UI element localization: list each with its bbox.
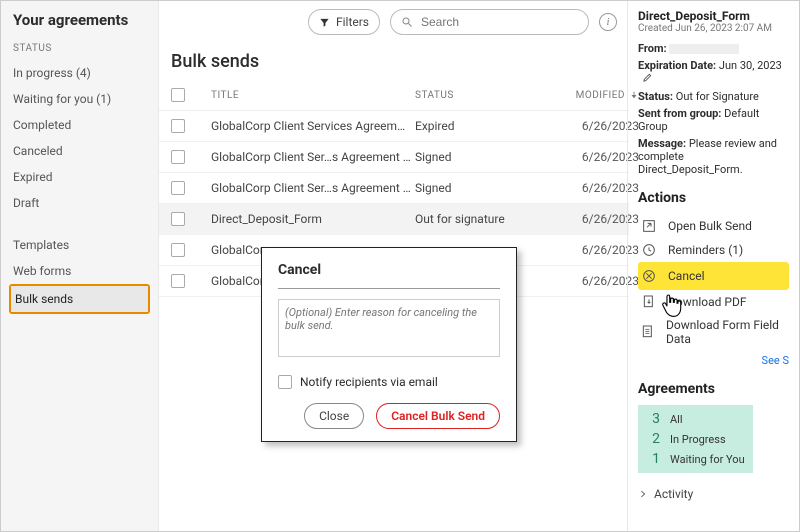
row-checkbox[interactable] (171, 150, 185, 164)
details-panel: Direct_Deposit_Form Created Jun 26, 2023… (627, 1, 799, 531)
search-input[interactable] (419, 14, 578, 30)
agreement-inprogress[interactable]: 2In Progress (646, 429, 745, 449)
table-row[interactable]: GlobalCorp Client Ser…s Agreement with f… (159, 142, 629, 173)
row-checkbox[interactable] (171, 212, 185, 226)
chevron-right-icon (638, 489, 648, 499)
agreements-summary: 3All 2In Progress 1Waiting for You (638, 405, 753, 473)
row-checkbox[interactable] (171, 119, 185, 133)
filters-button[interactable]: Filters (308, 9, 380, 35)
dialog-divider (278, 288, 500, 289)
table-row[interactable]: GlobalCorp Client Ser…s Agreement with f… (159, 173, 629, 204)
open-icon (640, 218, 658, 234)
clock-icon (640, 242, 658, 258)
table-header: TITLE STATUS MODIFIED (159, 80, 629, 111)
sidebar-item-bulksends-highlight: Bulk sends (9, 284, 150, 314)
filter-icon (319, 17, 330, 28)
agreement-all[interactable]: 3All (646, 409, 745, 429)
details-created: Created Jun 26, 2023 2:07 AM (638, 23, 789, 34)
activity-toggle[interactable]: Activity (638, 487, 789, 501)
col-status[interactable]: STATUS (415, 90, 535, 101)
dialog-title: Cancel (278, 262, 500, 278)
expiration-label: Expiration Date: (638, 59, 716, 72)
sidebar: Your agreements STATUS In progress (4) W… (1, 1, 159, 531)
filters-label: Filters (336, 15, 369, 29)
main-heading: Bulk sends (171, 51, 617, 72)
action-reminders[interactable]: Reminders (1) (638, 238, 789, 262)
see-all-link[interactable]: See S (638, 354, 789, 367)
table-row[interactable]: Direct_Deposit_Form Out for signature 6/… (159, 204, 629, 235)
from-value-redacted (669, 44, 739, 54)
page-title: Your agreements (1, 9, 158, 43)
action-cancel[interactable]: Cancel (638, 262, 789, 290)
status-label: Status: (638, 90, 673, 103)
sidebar-item-templates[interactable]: Templates (1, 232, 158, 258)
download-fields-icon (640, 324, 656, 340)
group-label: Sent from group: (638, 107, 721, 120)
cancel-bulk-send-button[interactable]: Cancel Bulk Send (376, 403, 500, 429)
agreements-heading: Agreements (638, 381, 789, 397)
cancel-reason-input[interactable] (278, 299, 500, 357)
sidebar-item-bulksends[interactable]: Bulk sends (11, 286, 148, 312)
notify-checkbox[interactable] (278, 375, 292, 389)
sidebar-item-waiting[interactable]: Waiting for you (1) (1, 86, 158, 112)
sidebar-section-status: STATUS (1, 43, 158, 60)
sidebar-item-webforms[interactable]: Web forms (1, 258, 158, 284)
row-checkbox[interactable] (171, 274, 185, 288)
action-download-fields[interactable]: Download Form Field Data (638, 314, 789, 350)
sidebar-item-inprogress[interactable]: In progress (4) (1, 60, 158, 86)
sidebar-item-expired[interactable]: Expired (1, 164, 158, 190)
from-label: From: (638, 42, 667, 55)
sidebar-item-completed[interactable]: Completed (1, 112, 158, 138)
select-all-checkbox[interactable] (171, 88, 185, 102)
info-icon[interactable]: i (599, 13, 617, 31)
col-modified[interactable]: MODIFIED (539, 90, 639, 101)
message-label: Message: (638, 137, 686, 150)
details-title: Direct_Deposit_Form (638, 9, 789, 23)
action-download-pdf[interactable]: Download PDF (638, 290, 789, 314)
table-row[interactable]: GlobalCorp Client Services Agreement Exp… (159, 111, 629, 142)
search-icon (401, 16, 413, 28)
download-pdf-icon (640, 294, 658, 310)
actions-heading: Actions (638, 190, 789, 206)
close-button[interactable]: Close (304, 403, 364, 429)
expiration-value: Jun 30, 2023 (719, 59, 782, 72)
action-open-bulk-send[interactable]: Open Bulk Send (638, 214, 789, 238)
sidebar-item-draft[interactable]: Draft (1, 190, 158, 216)
agreement-waiting[interactable]: 1Waiting for You (646, 449, 745, 469)
notify-label: Notify recipients via email (300, 375, 438, 389)
row-checkbox[interactable] (171, 243, 185, 257)
edit-expiration-icon[interactable] (642, 73, 653, 86)
cancel-dialog: Cancel Notify recipients via email Close… (261, 247, 517, 442)
col-title[interactable]: TITLE (211, 90, 411, 101)
cancel-circle-icon (640, 268, 658, 284)
row-checkbox[interactable] (171, 181, 185, 195)
search-input-wrap[interactable] (390, 9, 589, 35)
status-value: Out for Signature (676, 90, 759, 103)
sidebar-item-canceled[interactable]: Canceled (1, 138, 158, 164)
